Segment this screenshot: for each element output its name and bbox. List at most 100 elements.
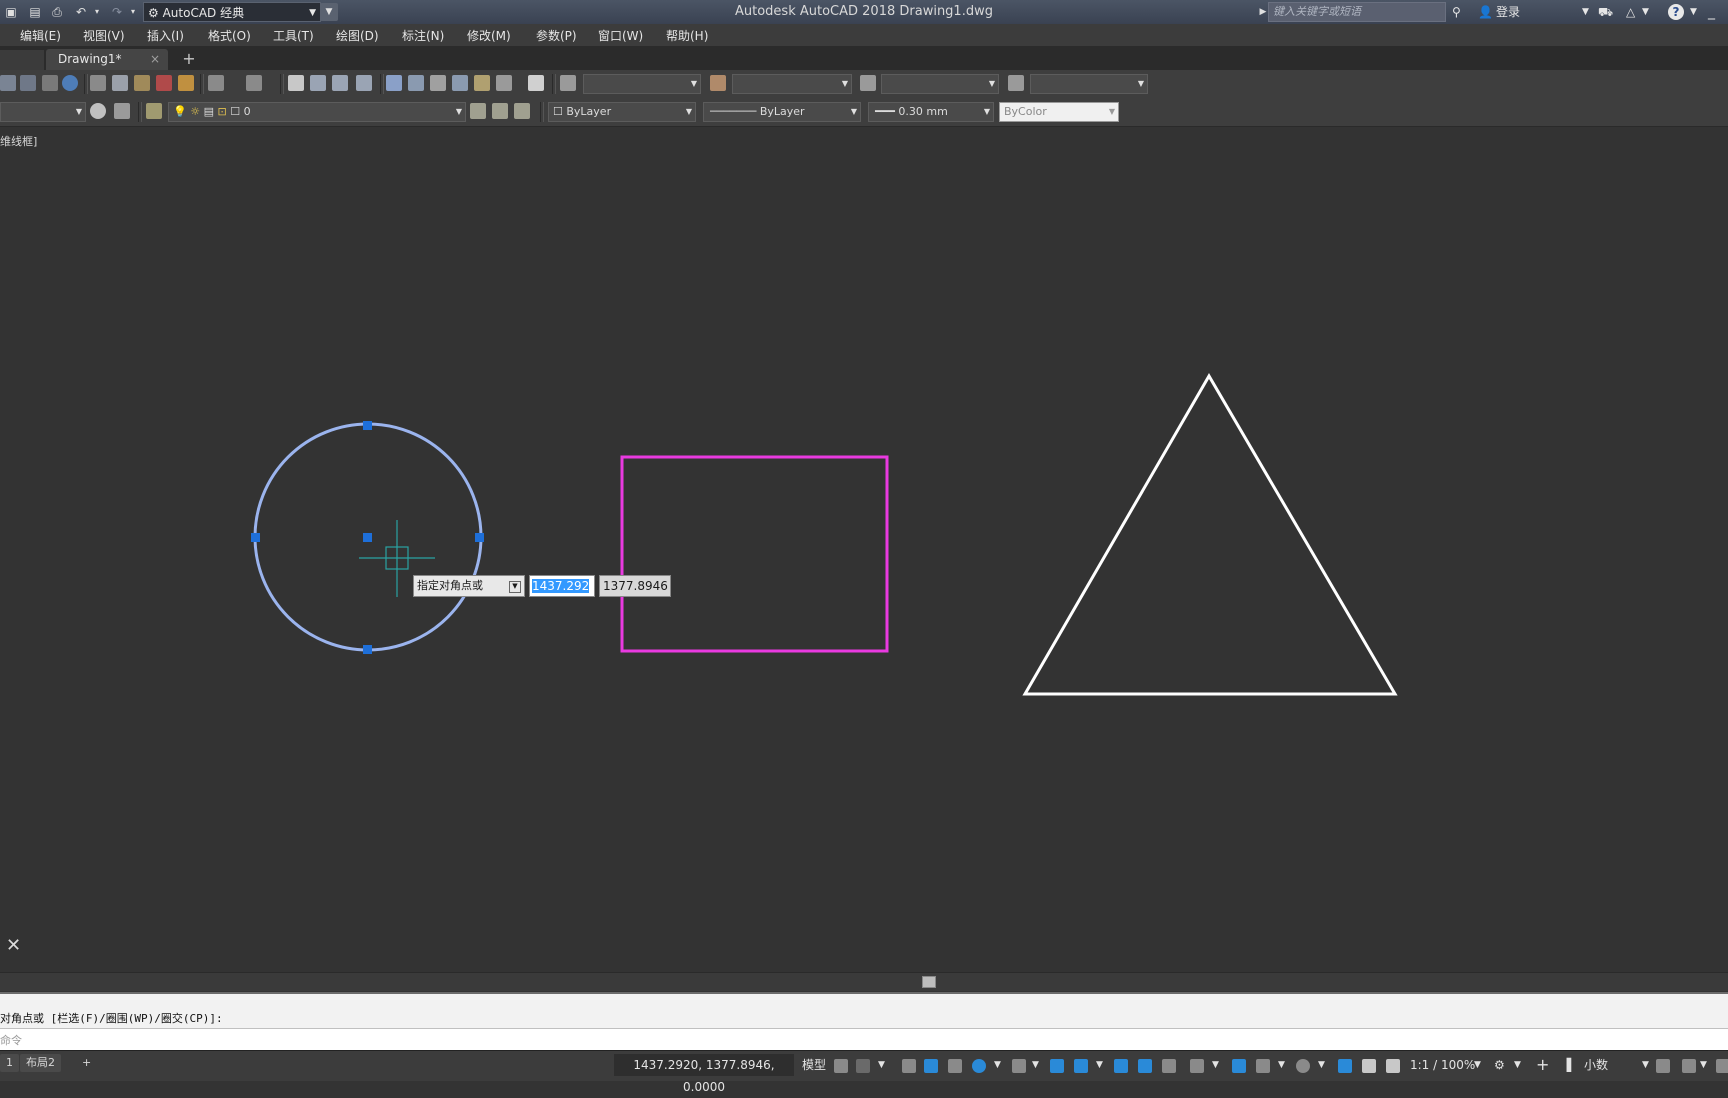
auto-scale-icon[interactable]: [1362, 1059, 1376, 1073]
chevron-down-icon[interactable]: ▼: [1474, 1057, 1481, 1073]
dynamic-input-x-field[interactable]: 1437.292: [529, 575, 595, 597]
menu-insert[interactable]: 插入(I): [147, 27, 184, 44]
circle-grip-center[interactable]: [363, 533, 372, 542]
gear-icon[interactable]: [90, 103, 106, 119]
circle-grip-left[interactable]: [251, 533, 260, 542]
command-input[interactable]: 命令: [0, 1028, 1728, 1051]
copy-icon[interactable]: [112, 75, 128, 91]
isolate-objects-icon[interactable]: ▐: [1562, 1057, 1571, 1073]
maximize-viewport-icon[interactable]: [114, 103, 130, 119]
zoom-realtime-icon[interactable]: [310, 75, 326, 91]
dynamic-input-y-field[interactable]: 1377.8946: [599, 575, 671, 597]
add-icon[interactable]: +: [1536, 1057, 1549, 1073]
tab-start[interactable]: [0, 50, 44, 70]
paste-icon[interactable]: [134, 75, 150, 91]
triangle-shape[interactable]: [1022, 373, 1398, 696]
redo-icon[interactable]: [246, 75, 262, 91]
layer-states-icon[interactable]: [514, 103, 530, 119]
color-dropdown[interactable]: ☐ ByLayer ▼: [548, 102, 696, 122]
autodesk-a360-icon[interactable]: △: [1626, 3, 1635, 21]
sheet-set-icon[interactable]: [452, 75, 468, 91]
chevron-down-icon[interactable]: ▼: [1642, 1057, 1649, 1073]
multileader-style-icon[interactable]: [1008, 75, 1024, 91]
annotation-scale-value[interactable]: 1:1 / 100%: [1410, 1057, 1475, 1073]
annotation-visibility-icon[interactable]: [1338, 1059, 1352, 1073]
rectangle-shape[interactable]: [620, 455, 889, 653]
multileader-style-dropdown[interactable]: ▼: [1030, 74, 1148, 94]
chevron-down-icon[interactable]: ▼: [1582, 3, 1589, 21]
horizontal-scrollbar[interactable]: [0, 972, 1728, 991]
save-icon[interactable]: [20, 75, 36, 91]
zoom-previous-icon[interactable]: [356, 75, 372, 91]
tab-layout2[interactable]: 布局2: [20, 1054, 61, 1072]
polar-tracking-icon[interactable]: [972, 1059, 986, 1073]
close-icon[interactable]: ✕: [6, 935, 21, 956]
3d-object-snap-icon[interactable]: [1190, 1059, 1204, 1073]
ortho-icon[interactable]: [948, 1059, 962, 1073]
chevron-down-icon[interactable]: ▼: [1032, 1057, 1039, 1073]
chevron-down-icon[interactable]: ▼: [1700, 1057, 1707, 1073]
dim-style-icon[interactable]: [710, 75, 726, 91]
layer-previous-icon[interactable]: [492, 103, 508, 119]
plot-icon[interactable]: [42, 75, 58, 91]
menu-draw[interactable]: 绘图(D): [336, 27, 379, 44]
linetype-dropdown[interactable]: ─────── ByLayer ▼: [703, 102, 861, 122]
grid-icon[interactable]: [834, 1059, 848, 1073]
minimize-icon[interactable]: _: [1708, 3, 1715, 21]
customization-icon[interactable]: [1716, 1059, 1728, 1073]
dynamic-input-icon[interactable]: [924, 1059, 938, 1073]
object-snap-tracking-icon[interactable]: [1050, 1059, 1064, 1073]
binoculars-icon[interactable]: ⚲: [1452, 3, 1461, 21]
chevron-down-icon[interactable]: ▼: [1642, 3, 1649, 21]
annotation-scale-icon[interactable]: [1386, 1059, 1400, 1073]
workspace-combo[interactable]: ▼: [0, 102, 86, 122]
layer-dropdown[interactable]: 💡 ☼ ▤ ⊡ ☐ 0 ▼: [168, 102, 466, 122]
tab-drawing1[interactable]: Drawing1* ×: [46, 49, 168, 70]
chevron-down-icon[interactable]: ▼: [1318, 1057, 1325, 1073]
drawing-canvas[interactable]: [0, 127, 1728, 972]
dynamic-ucs-icon[interactable]: [1232, 1059, 1246, 1073]
user-icon[interactable]: 👤: [1478, 3, 1493, 21]
new-tab-button[interactable]: +: [178, 50, 200, 70]
menu-view[interactable]: 视图(V): [83, 27, 125, 44]
plotstyle-dropdown[interactable]: ByColor ▼: [999, 102, 1119, 122]
menu-parametric[interactable]: 参数(P): [536, 27, 577, 44]
tab-layout1[interactable]: 1: [0, 1054, 19, 1072]
help-icon[interactable]: [528, 75, 544, 91]
cut-icon[interactable]: [90, 75, 106, 91]
open-icon[interactable]: [0, 75, 16, 91]
quick-properties-icon[interactable]: [1656, 1059, 1670, 1073]
lineweight-dropdown[interactable]: ━━━ 0.30 mm ▼: [868, 102, 994, 122]
circle-grip-top[interactable]: [363, 421, 372, 430]
units-value[interactable]: 小数: [1584, 1057, 1608, 1073]
chevron-down-icon[interactable]: ▼: [1096, 1057, 1103, 1073]
make-current-layer-icon[interactable]: [470, 103, 486, 119]
design-center-icon[interactable]: [408, 75, 424, 91]
tool-palettes-icon[interactable]: [430, 75, 446, 91]
block-editor-icon[interactable]: [178, 75, 194, 91]
scrollbar-thumb[interactable]: [922, 976, 936, 988]
publish-icon[interactable]: [62, 75, 78, 91]
selection-cycling-icon[interactable]: [1162, 1059, 1176, 1073]
coordinates-readout[interactable]: 1437.2920, 1377.8946, 0.0000: [614, 1054, 794, 1094]
add-layout-button[interactable]: +: [76, 1054, 97, 1072]
prompt-options-icon[interactable]: ▼: [509, 581, 521, 593]
workspace-switch-icon[interactable]: ⚙: [1494, 1057, 1505, 1073]
menu-window[interactable]: 窗口(W): [598, 27, 643, 44]
dim-style-dropdown[interactable]: ▼: [732, 74, 852, 94]
login-button[interactable]: 登录: [1496, 3, 1520, 21]
menu-dimension[interactable]: 标注(N): [402, 27, 444, 44]
circle-grip-bottom[interactable]: [363, 645, 372, 654]
text-style-dropdown[interactable]: ▼: [583, 74, 701, 94]
clean-screen-icon[interactable]: [1682, 1059, 1696, 1073]
menu-help[interactable]: 帮助(H): [666, 27, 708, 44]
chevron-down-icon[interactable]: ▼: [1212, 1057, 1219, 1073]
table-style-dropdown[interactable]: ▼: [881, 74, 999, 94]
text-style-icon[interactable]: [560, 75, 576, 91]
chevron-down-icon[interactable]: ▼: [1690, 3, 1697, 21]
pan-icon[interactable]: [288, 75, 304, 91]
snap-icon[interactable]: [856, 1059, 870, 1073]
selection-filter-icon[interactable]: [1256, 1059, 1270, 1073]
calculator-icon[interactable]: [496, 75, 512, 91]
menu-edit[interactable]: 编辑(E): [20, 27, 61, 44]
